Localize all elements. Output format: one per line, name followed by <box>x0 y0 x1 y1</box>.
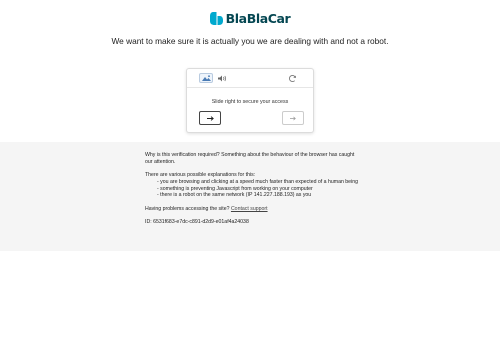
info-content: Why is this verification required? Somet… <box>145 152 360 232</box>
brand-name: BlaBlaCar <box>225 11 291 26</box>
support-line: Having problems accessing the site? Cont… <box>145 206 360 213</box>
contact-support-link[interactable]: Contact support <box>231 206 268 212</box>
tab-audio-challenge[interactable] <box>217 73 228 83</box>
captcha-slider[interactable] <box>199 111 304 125</box>
blablacar-logo-icon <box>209 12 223 25</box>
list-item: - something is preventing Javascript fro… <box>157 185 313 192</box>
refresh-icon[interactable] <box>288 74 297 83</box>
request-id: ID: 6531f683-e7dc-c891-d2d9-e01af4a24038 <box>145 218 249 225</box>
verification-question: Why is this verification required? Somet… <box>145 152 355 165</box>
image-icon <box>201 75 211 81</box>
arrow-right-icon <box>290 116 296 120</box>
audio-icon <box>218 75 226 81</box>
problem-text: Having problems accessing the site? <box>145 205 230 212</box>
captcha-widget: Slide right to secure your access <box>186 68 314 133</box>
list-item: - you are browsing and clicking at a spe… <box>157 178 358 185</box>
slider-handle[interactable] <box>199 111 221 125</box>
page-headline: We want to make sure it is actually you … <box>111 36 389 46</box>
captcha-instruction: Slide right to secure your access <box>211 99 289 105</box>
explanations-intro: There are various possible explanations … <box>145 172 256 179</box>
tab-image-challenge[interactable] <box>199 73 213 83</box>
explanations-list: - you are browsing and clicking at a spe… <box>157 179 360 199</box>
list-item: - there is a robot on the same network (… <box>157 192 312 199</box>
slider-target <box>282 111 304 125</box>
arrow-right-icon <box>206 115 214 121</box>
captcha-toolbar <box>187 69 313 88</box>
info-panel: Why is this verification required? Somet… <box>0 142 500 251</box>
brand-logo: BlaBlaCar <box>0 11 500 26</box>
